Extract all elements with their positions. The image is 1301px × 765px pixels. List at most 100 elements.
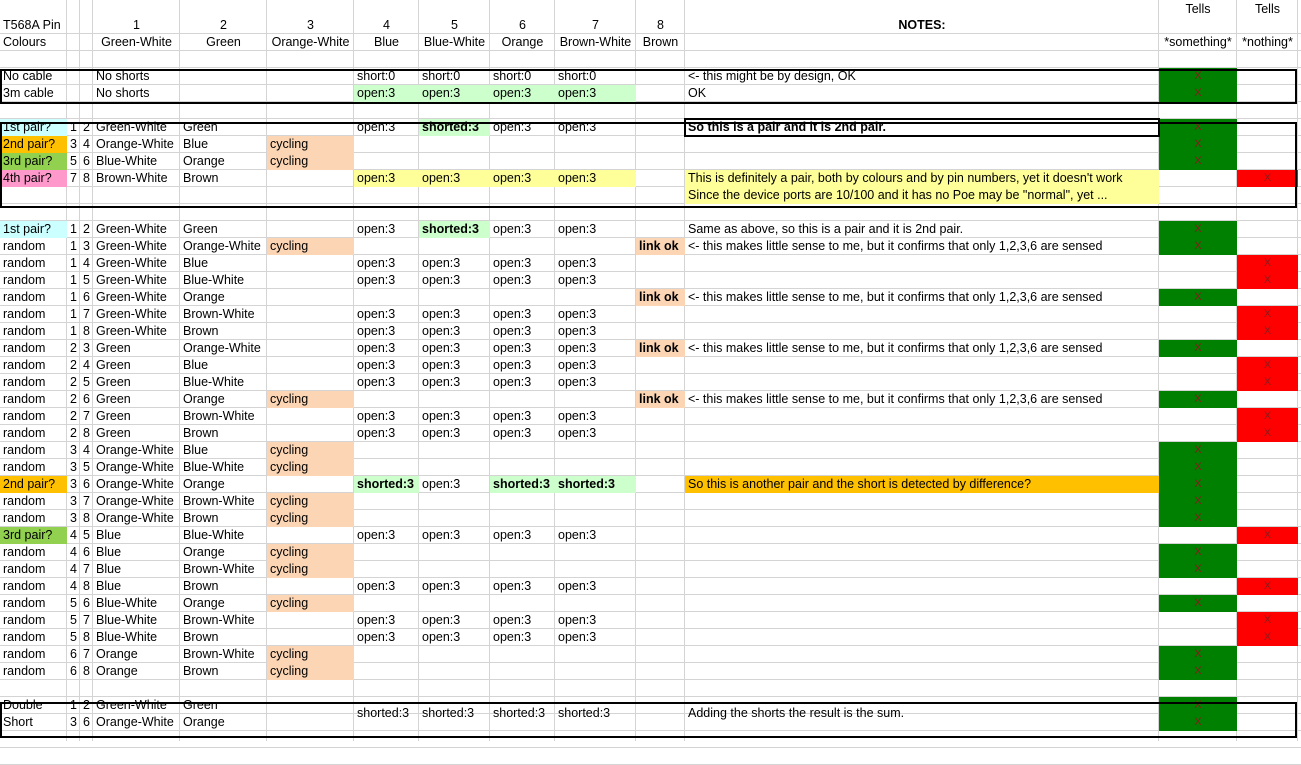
cell-a[interactable]: random xyxy=(0,646,67,663)
cell-b[interactable]: 1 xyxy=(67,323,80,340)
cell-b[interactable]: 1 xyxy=(67,238,80,255)
cell-d[interactable]: Orange-White xyxy=(93,442,180,459)
cell-e[interactable]: Brown-White xyxy=(180,493,267,510)
cell-c[interactable]: 7 xyxy=(80,306,93,323)
merged-cell-h[interactable]: shorted:3 xyxy=(419,705,490,722)
cell-h[interactable]: shorted:3 xyxy=(419,119,490,136)
cell-e[interactable]: Brown-White xyxy=(180,408,267,425)
cell-e[interactable]: Brown-White xyxy=(180,561,267,578)
cell-g[interactable]: open:3 xyxy=(354,578,419,595)
cell-d[interactable]: Green xyxy=(93,340,180,357)
cell-g[interactable]: shorted:3 xyxy=(354,476,419,493)
cell-d[interactable]: Orange-White xyxy=(93,136,180,153)
cell-j[interactable]: open:3 xyxy=(555,255,636,272)
cell-g[interactable]: open:3 xyxy=(354,170,419,187)
cell-f[interactable]: cycling xyxy=(267,391,354,408)
header-cell-i[interactable]: 6 xyxy=(490,0,555,34)
cell-e[interactable]: Blue-White xyxy=(180,374,267,391)
cell-b[interactable]: 2 xyxy=(67,425,80,442)
cell-c[interactable]: 6 xyxy=(80,714,93,731)
mark-cell[interactable]: X xyxy=(1159,595,1237,612)
cell-d[interactable]: Blue-White xyxy=(93,595,180,612)
cell-j[interactable]: open:3 xyxy=(555,612,636,629)
cell-i[interactable]: short:0 xyxy=(490,68,555,85)
cell-a[interactable]: random xyxy=(0,493,67,510)
cell-e[interactable]: Brown xyxy=(180,629,267,646)
mark-cell[interactable]: X xyxy=(1237,425,1298,442)
cell-k[interactable]: link ok xyxy=(636,340,685,357)
mark-cell[interactable]: X xyxy=(1237,408,1298,425)
cell-c[interactable]: 7 xyxy=(80,646,93,663)
cell-b[interactable]: 4 xyxy=(67,561,80,578)
cell-f[interactable]: cycling xyxy=(267,561,354,578)
cell-b[interactable]: 3 xyxy=(67,714,80,731)
mark-cell[interactable]: X xyxy=(1159,289,1237,306)
cell-i[interactable]: open:3 xyxy=(490,306,555,323)
cell-e[interactable]: Blue xyxy=(180,255,267,272)
cell-a[interactable]: random xyxy=(0,391,67,408)
cell-d[interactable]: Green-White xyxy=(93,289,180,306)
cell-d[interactable]: Orange-White xyxy=(93,476,180,493)
cell-b[interactable]: 2 xyxy=(67,391,80,408)
cell-d[interactable]: Orange-White xyxy=(93,714,180,731)
cell-d[interactable]: No shorts xyxy=(93,68,180,85)
cell-d[interactable]: Green-White xyxy=(93,272,180,289)
cell-i[interactable]: open:3 xyxy=(490,170,555,187)
cell-d[interactable]: Green-White xyxy=(93,221,180,238)
cell-f[interactable]: cycling xyxy=(267,544,354,561)
mark-cell[interactable]: X xyxy=(1237,323,1298,340)
cell-c[interactable]: 8 xyxy=(80,510,93,527)
header-cell-n[interactable]: Tells xyxy=(1237,0,1298,34)
cell-j[interactable]: open:3 xyxy=(555,119,636,136)
cell-b[interactable]: 1 xyxy=(67,306,80,323)
cell-j[interactable]: open:3 xyxy=(555,408,636,425)
cell-i[interactable]: shorted:3 xyxy=(490,476,555,493)
header-cell-e[interactable]: 2 xyxy=(180,0,267,34)
cell-i[interactable]: open:3 xyxy=(490,323,555,340)
cell-i[interactable]: open:3 xyxy=(490,119,555,136)
cell-i[interactable]: open:3 xyxy=(490,272,555,289)
cell-e[interactable]: Brown xyxy=(180,510,267,527)
cell-d[interactable]: Green xyxy=(93,391,180,408)
cell-a[interactable]: 2nd pair? xyxy=(0,136,67,153)
header-cell-j[interactable]: 7 xyxy=(555,0,636,34)
cell-g[interactable]: open:3 xyxy=(354,323,419,340)
cell-f[interactable]: cycling xyxy=(267,595,354,612)
cell-e[interactable]: Orange xyxy=(180,544,267,561)
cell-b[interactable]: 3 xyxy=(67,476,80,493)
cell-d[interactable]: Blue-White xyxy=(93,153,180,170)
cell-j[interactable]: open:3 xyxy=(555,306,636,323)
cell-d[interactable]: Green-White xyxy=(93,119,180,136)
cell-e[interactable]: Green xyxy=(180,119,267,136)
header-cell-a[interactable]: Colours xyxy=(0,34,67,51)
mark-cell[interactable]: X xyxy=(1159,391,1237,408)
mark-cell[interactable]: X xyxy=(1237,272,1298,289)
cell-a[interactable]: 4th pair? xyxy=(0,170,67,187)
cell-c[interactable]: 5 xyxy=(80,527,93,544)
cell-k[interactable]: link ok xyxy=(636,391,685,408)
cell-d[interactable]: Green xyxy=(93,408,180,425)
cell-f[interactable]: cycling xyxy=(267,459,354,476)
cell-k[interactable]: link ok xyxy=(636,238,685,255)
cell-d[interactable]: No shorts xyxy=(93,85,180,102)
cell-e[interactable]: Blue xyxy=(180,136,267,153)
cell-c[interactable]: 7 xyxy=(80,612,93,629)
cell-c[interactable]: 6 xyxy=(80,289,93,306)
cell-l[interactable]: So this is a pair and it is 2nd pair. xyxy=(685,119,1159,136)
cell-h[interactable]: open:3 xyxy=(419,306,490,323)
cell-c[interactable]: 8 xyxy=(80,578,93,595)
cell-c[interactable]: 6 xyxy=(80,153,93,170)
mark-cell[interactable]: X xyxy=(1159,153,1237,170)
cell-c[interactable]: 2 xyxy=(80,697,93,714)
cell-b[interactable]: 2 xyxy=(67,357,80,374)
cell-a[interactable]: 2nd pair? xyxy=(0,476,67,493)
cell-a[interactable]: 1st pair? xyxy=(0,119,67,136)
cell-c[interactable]: 2 xyxy=(80,221,93,238)
cell-h[interactable]: open:3 xyxy=(419,170,490,187)
cell-b[interactable]: 3 xyxy=(67,136,80,153)
mark-cell[interactable]: X xyxy=(1237,255,1298,272)
cell-a[interactable]: random xyxy=(0,425,67,442)
mark-cell[interactable]: X xyxy=(1159,85,1237,102)
cell-i[interactable]: open:3 xyxy=(490,527,555,544)
cell-d[interactable]: Orange xyxy=(93,663,180,680)
